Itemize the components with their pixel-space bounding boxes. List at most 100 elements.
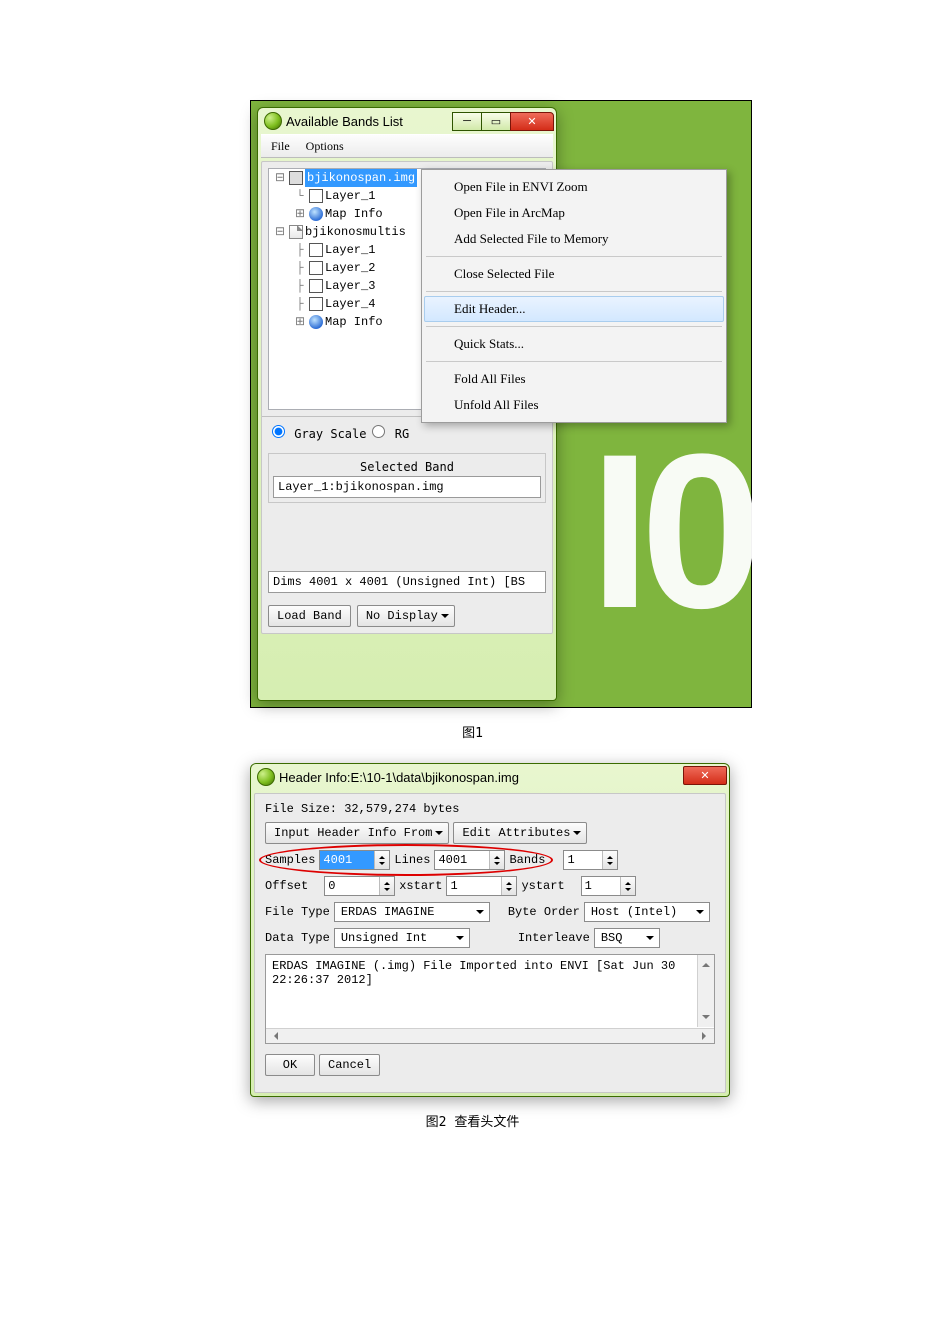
xstart-input[interactable] [447,877,501,895]
band-icon [309,279,323,293]
offset-row: Offset xstart ystart [265,876,715,896]
ystart-spinner[interactable] [581,876,636,896]
ctx-close-selected[interactable]: Close Selected File [424,261,724,287]
globe-icon [309,207,323,221]
ctx-add-to-memory[interactable]: Add Selected File to Memory [424,226,724,252]
maximize-button[interactable]: ▭ [481,112,511,131]
data-type-combo[interactable]: Unsigned Int [334,928,470,948]
band-icon [309,243,323,257]
byte-order-combo[interactable]: Host (Intel) [584,902,710,922]
interleave-combo[interactable]: BSQ [594,928,660,948]
offset-spinner[interactable] [324,876,395,896]
minimize-button[interactable]: ─ [452,112,482,131]
selected-band-label: Selected Band [273,458,541,476]
spin-up-icon[interactable] [502,877,516,886]
desktop-background: I0 Available Bands List ─ ▭ ✕ File Optio… [250,100,752,708]
figure-2-caption: 图2 查看头文件 [250,1097,695,1152]
byte-order-label: Byte Order [508,905,580,919]
separator [426,291,722,292]
spin-up-icon[interactable] [621,877,635,886]
selected-band-value: Layer_1:bjikonospan.img [273,476,541,498]
scrollbar-vertical[interactable] [697,955,714,1027]
description-textarea[interactable]: ERDAS IMAGINE (.img) File Imported into … [265,954,715,1044]
spin-up-icon[interactable] [375,851,389,860]
bands-input[interactable] [564,851,602,869]
menu-options[interactable]: Options [298,137,352,156]
ok-button[interactable]: OK [265,1054,315,1076]
ctx-quick-stats[interactable]: Quick Stats... [424,331,724,357]
ystart-input[interactable] [582,877,620,895]
file-type-label: File Type [265,905,330,919]
dims-readout: Dims 4001 x 4001 (Unsigned Int) [BS [268,571,546,593]
figure-1-caption: 图1 [250,708,695,763]
menu-file[interactable]: File [263,137,298,156]
file-icon [289,171,303,185]
input-header-from-button[interactable]: Input Header Info From [265,822,449,844]
xstart-label: xstart [399,879,442,893]
radio-rgb[interactable]: RG [372,425,409,441]
ctx-edit-header[interactable]: Edit Header... [424,296,724,322]
spin-down-icon[interactable] [621,886,635,895]
ctx-unfold-all[interactable]: Unfold All Files [424,392,724,418]
ystart-label: ystart [521,879,564,893]
globe-icon [309,315,323,329]
display-mode-radios: Gray Scale RG [262,419,552,447]
separator [426,326,722,327]
offset-label: Offset [265,879,308,893]
edit-attributes-button[interactable]: Edit Attributes [453,822,587,844]
header-info-window: Header Info:E:\10-1\data\bjikonospan.img… [250,763,730,1097]
scrollbar-horizontal[interactable] [266,1028,714,1043]
samples-lines-bands-row: Samples Lines Bands [265,850,715,870]
ctx-open-envi-zoom[interactable]: Open File in ENVI Zoom [424,174,724,200]
samples-input[interactable] [320,851,374,869]
spin-down-icon[interactable] [380,886,394,895]
load-band-button[interactable]: Load Band [268,605,351,627]
spin-up-icon[interactable] [490,851,504,860]
window-title: Header Info:E:\10-1\data\bjikonospan.img [279,770,727,785]
tree-file-2-label: bjikonosmultis [305,223,406,241]
lines-input[interactable] [435,851,489,869]
spin-up-icon[interactable] [380,877,394,886]
spin-down-icon[interactable] [375,860,389,869]
spin-up-icon[interactable] [603,851,617,860]
separator [426,256,722,257]
envi-icon [257,768,275,786]
radio-grayscale[interactable]: Gray Scale [272,425,366,441]
interleave-label: Interleave [518,931,590,945]
separator [426,361,722,362]
desktop-watermark: I0 [590,421,753,641]
band-icon [309,189,323,203]
band-icon [309,261,323,275]
tree-file-1-label: bjikonospan.img [305,169,417,187]
close-button[interactable]: ✕ [510,112,554,131]
file-type-combo[interactable]: ERDAS IMAGINE [334,902,490,922]
file-size-label: File Size: 32,579,274 bytes [265,802,715,816]
offset-input[interactable] [325,877,379,895]
lines-spinner[interactable] [434,850,505,870]
ctx-open-arcmap[interactable]: Open File in ArcMap [424,200,724,226]
file-icon [289,225,303,239]
band-icon [309,297,323,311]
menu-bar: File Options [261,134,553,158]
bands-spinner[interactable] [563,850,618,870]
window-title: Available Bands List [286,114,453,129]
description-text: ERDAS IMAGINE (.img) File Imported into … [272,959,708,987]
titlebar[interactable]: Header Info:E:\10-1\data\bjikonospan.img… [251,764,729,790]
display-selector[interactable]: No Display [357,605,455,627]
spin-down-icon[interactable] [490,860,504,869]
lines-label: Lines [394,853,430,867]
ctx-fold-all[interactable]: Fold All Files [424,366,724,392]
selected-band-group: Selected Band Layer_1:bjikonospan.img [268,453,546,503]
xstart-spinner[interactable] [446,876,517,896]
spin-down-icon[interactable] [502,886,516,895]
titlebar[interactable]: Available Bands List ─ ▭ ✕ [258,108,556,134]
envi-icon [264,112,282,130]
spin-down-icon[interactable] [603,860,617,869]
bands-label: Bands [509,853,545,867]
samples-label: Samples [265,853,315,867]
samples-spinner[interactable] [319,850,390,870]
data-type-label: Data Type [265,931,330,945]
cancel-button[interactable]: Cancel [319,1054,380,1076]
close-button[interactable]: ✕ [683,766,727,785]
context-menu: Open File in ENVI Zoom Open File in ArcM… [421,169,727,423]
